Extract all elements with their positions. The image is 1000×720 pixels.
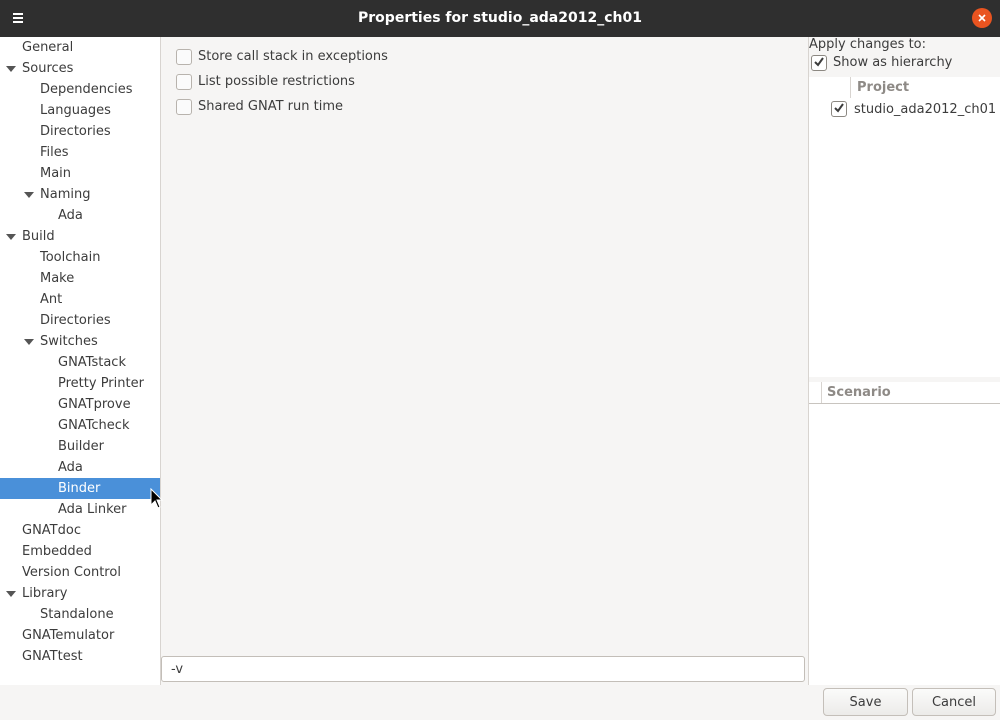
tree-item[interactable]: Library <box>0 583 160 604</box>
tree-item[interactable]: GNATemulator <box>0 625 160 646</box>
expander-arrow-icon[interactable] <box>24 339 34 345</box>
project-name: studio_ada2012_ch01 <box>854 102 997 117</box>
tree-item-label: Make <box>40 271 75 286</box>
tree-item-label: GNATtest <box>22 649 83 664</box>
tree-item[interactable]: Directories <box>0 121 160 142</box>
tree-item[interactable]: Sources <box>0 58 160 79</box>
tree-item-label: GNATprove <box>58 397 131 412</box>
tree-item-label: Build <box>22 229 55 244</box>
tree-item[interactable]: GNATprove <box>0 394 160 415</box>
window-title: Properties for studio_ada2012_ch01 <box>358 10 642 26</box>
show-hierarchy-label: Show as hierarchy <box>833 55 953 70</box>
tree-item[interactable]: Ant <box>0 289 160 310</box>
tree-item[interactable]: Switches <box>0 331 160 352</box>
tree-item[interactable]: Languages <box>0 100 160 121</box>
tree-item[interactable]: Embedded <box>0 541 160 562</box>
checkmark-icon <box>834 103 844 113</box>
expander-arrow-icon[interactable] <box>6 66 16 72</box>
tree-item-label: Ada Linker <box>58 502 127 517</box>
tree-item-label: Directories <box>40 313 111 328</box>
tree-item-label: Pretty Printer <box>58 376 144 391</box>
tree-item[interactable]: Pretty Printer <box>0 373 160 394</box>
tree-item[interactable]: Binder <box>0 478 160 499</box>
title-bar: Properties for studio_ada2012_ch01 <box>0 0 1000 37</box>
tree-item[interactable]: GNATdoc <box>0 520 160 541</box>
tree-item[interactable]: Files <box>0 142 160 163</box>
store-call-stack-checkbox[interactable] <box>176 49 192 65</box>
cancel-button[interactable]: Cancel <box>912 688 996 716</box>
tree-item-label: Ada <box>58 208 83 223</box>
tree-item[interactable]: Dependencies <box>0 79 160 100</box>
tree-item[interactable]: General <box>0 37 160 58</box>
tree-item[interactable]: Build <box>0 226 160 247</box>
tree-item[interactable]: Make <box>0 268 160 289</box>
dialog-button-bar: Save Cancel <box>0 685 1000 720</box>
tree-item[interactable]: Ada <box>0 457 160 478</box>
tree-item[interactable]: GNATstack <box>0 352 160 373</box>
tree-item-label: Version Control <box>22 565 121 580</box>
list-restrictions-label: List possible restrictions <box>198 74 355 89</box>
project-checkbox[interactable] <box>831 101 847 117</box>
list-restrictions-checkbox[interactable] <box>176 74 192 90</box>
tree-item-label: Ant <box>40 292 63 307</box>
scenario-column-header[interactable]: Scenario <box>821 382 987 403</box>
tree-item-label: GNATstack <box>58 355 126 370</box>
tree-item-label: Languages <box>40 103 111 118</box>
tree-item[interactable]: Toolchain <box>0 247 160 268</box>
apply-changes-label: Apply changes to: <box>809 37 927 52</box>
tree-item[interactable]: Main <box>0 163 160 184</box>
tree-item-label: GNATdoc <box>22 523 81 538</box>
tree-item-label: Embedded <box>22 544 92 559</box>
save-button[interactable]: Save <box>823 688 908 716</box>
tree-item-label: General <box>22 40 74 55</box>
tree-item[interactable]: Ada Linker <box>0 499 160 520</box>
checkmark-icon <box>814 57 824 67</box>
tree-item-label: Main <box>40 166 72 181</box>
tree-item-label: Ada <box>58 460 83 475</box>
tree-item[interactable]: Ada <box>0 205 160 226</box>
category-tree: General Sources Dependencies Languages Direc… <box>0 37 161 685</box>
scenario-panel: Scenario <box>809 382 1000 685</box>
mouse-pointer-icon <box>150 488 164 509</box>
expander-arrow-icon[interactable] <box>24 192 34 198</box>
tree-item-label: GNATcheck <box>58 418 130 433</box>
expander-arrow-icon[interactable] <box>6 234 16 240</box>
tree-item-label: Standalone <box>40 607 114 622</box>
tree-item-label: Builder <box>58 439 104 454</box>
tree-item-label: Dependencies <box>40 82 133 97</box>
switches-command-line-input[interactable] <box>161 656 805 682</box>
tree-item-label: Binder <box>58 481 101 496</box>
tree-item-label: GNATemulator <box>22 628 115 643</box>
project-tree: Project studio_ada2012_ch01 <box>809 77 1000 377</box>
tree-item-label: Toolchain <box>40 250 101 265</box>
store-call-stack-label: Store call stack in exceptions <box>198 49 388 64</box>
apply-changes-panel: Apply changes to: Show as hierarchy Proj… <box>808 37 1000 685</box>
show-hierarchy-checkbox[interactable] <box>811 55 827 71</box>
tree-item-label: Files <box>40 145 69 160</box>
tree-item-label: Library <box>22 586 68 601</box>
tree-item[interactable]: Builder <box>0 436 160 457</box>
expander-arrow-icon[interactable] <box>6 591 16 597</box>
tree-item-label: Switches <box>40 334 98 349</box>
tree-item[interactable]: Standalone <box>0 604 160 625</box>
tree-item-label: Sources <box>22 61 74 76</box>
tree-item-label: Directories <box>40 124 111 139</box>
shared-runtime-checkbox[interactable] <box>176 99 192 115</box>
close-icon[interactable] <box>972 8 992 28</box>
binder-settings-panel: Store call stack in exceptions List poss… <box>161 37 807 685</box>
tree-item[interactable]: GNATtest <box>0 646 160 667</box>
tree-item[interactable]: Version Control <box>0 562 160 583</box>
tree-item[interactable]: Naming <box>0 184 160 205</box>
shared-runtime-label: Shared GNAT run time <box>198 99 343 114</box>
tree-item[interactable]: Directories <box>0 310 160 331</box>
project-column-header[interactable]: Project <box>850 77 997 98</box>
tree-item-label: Naming <box>40 187 91 202</box>
tree-item[interactable]: GNATcheck <box>0 415 160 436</box>
scenario-header-row: Scenario <box>809 382 1000 404</box>
